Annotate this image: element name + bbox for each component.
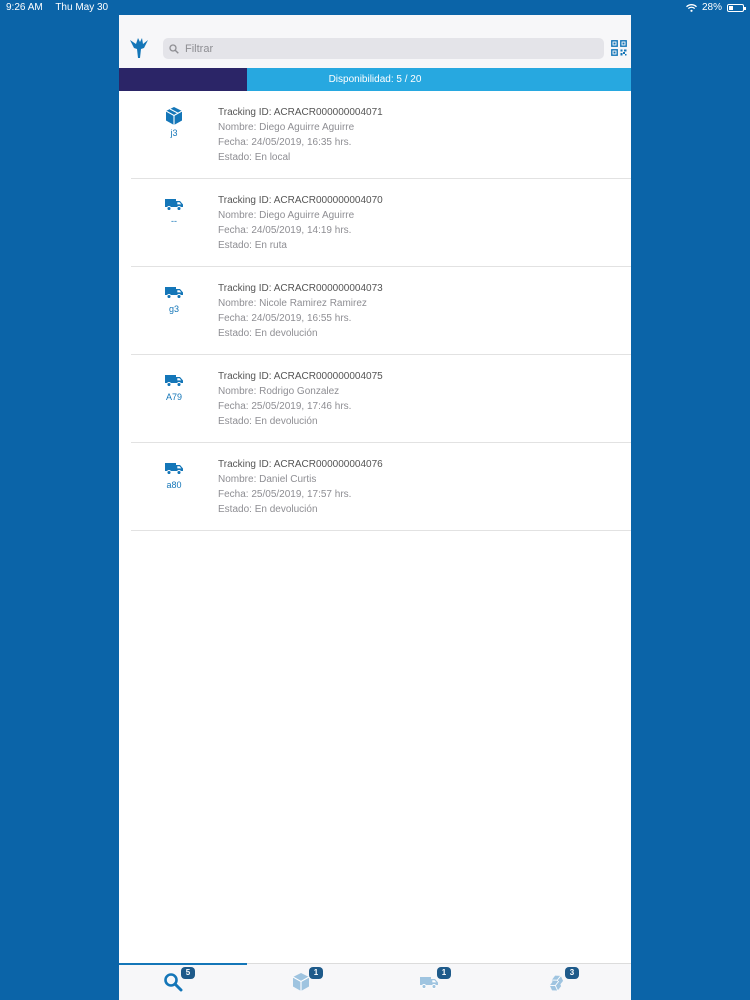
recipient-name: Nombre: Diego Aguirre Aguirre — [218, 122, 355, 133]
status-bar: 9:26 AM Thu May 30 28% — [0, 0, 750, 16]
search-icon — [169, 43, 179, 54]
shipment-details: Tracking ID: ACRACR000000004075 Nombre: R… — [218, 369, 383, 429]
shipment-status: Estado: En ruta — [218, 240, 287, 251]
qr-scan-icon[interactable] — [611, 40, 627, 56]
truck-icon — [164, 194, 184, 212]
shipment-details: Tracking ID: ACRACR000000004073 Nombre: N… — [218, 281, 383, 341]
list-item[interactable]: a80 Tracking ID: ACRACR000000004076 Nombre… — [131, 443, 631, 531]
count-badge: 1 — [309, 967, 323, 979]
truck-icon — [419, 972, 439, 992]
search-box[interactable] — [163, 38, 604, 59]
battery-percent: 28% — [701, 2, 722, 13]
recipient-name: Nombre: Nicole Ramirez Ramirez — [218, 298, 367, 309]
shipment-status: Estado: En devolución — [218, 416, 318, 427]
tab-package[interactable]: 1 — [247, 964, 375, 1000]
top-bar — [119, 15, 631, 68]
wifi-icon — [686, 4, 697, 12]
shipment-date: Fecha: 25/05/2019, 17:57 hrs. — [218, 489, 352, 500]
capacity-label: Disponibilidad: 5 / 20 — [328, 74, 422, 85]
tab-packages[interactable]: 3 — [503, 964, 631, 1000]
status-left: 9:26 AM Thu May 30 — [6, 0, 118, 16]
route-code: j3 — [170, 128, 178, 138]
search-input[interactable] — [183, 41, 587, 56]
packages-icon — [547, 972, 567, 992]
tab-truck[interactable]: 1 — [375, 964, 503, 1000]
shipment-date: Fecha: 24/05/2019, 14:19 hrs. — [218, 225, 352, 236]
list-item[interactable]: j3 Tracking ID: ACRACR000000004071 Nombre:… — [131, 91, 631, 179]
recipient-name: Nombre: Diego Aguirre Aguirre — [218, 210, 355, 221]
status-time: 9:26 AM — [6, 2, 43, 13]
shipment-date: Fecha: 24/05/2019, 16:35 hrs. — [218, 137, 352, 148]
count-badge: 3 — [565, 967, 579, 979]
shipment-details: Tracking ID: ACRACR000000004070 Nombre: D… — [218, 193, 383, 253]
package-icon — [291, 972, 311, 992]
count-badge: 5 — [181, 967, 195, 979]
package-icon — [164, 106, 184, 125]
tracking-id: Tracking ID: ACRACR000000004076 — [218, 459, 383, 470]
shipment-date: Fecha: 24/05/2019, 16:55 hrs. — [218, 313, 352, 324]
route-code: a80 — [166, 480, 182, 490]
count-badge: 1 — [437, 967, 451, 979]
search-icon — [163, 972, 183, 992]
list-item[interactable]: g3 Tracking ID: ACRACR000000004073 Nombre:… — [131, 267, 631, 355]
truck-icon — [164, 458, 184, 476]
shipment-status: Estado: En devolución — [218, 328, 318, 339]
tab-bar: 5 1 1 3 — [119, 963, 631, 1000]
route-code: -- — [171, 216, 177, 226]
shipment-details: Tracking ID: ACRACR000000004071 Nombre: D… — [218, 105, 383, 165]
list-item[interactable]: -- Tracking ID: ACRACR000000004070 Nombre:… — [131, 179, 631, 267]
capacity-bar: Disponibilidad: 5 / 20 — [119, 68, 631, 91]
truck-icon — [164, 282, 184, 300]
tracking-id: Tracking ID: ACRACR000000004070 — [218, 195, 383, 206]
shipment-date: Fecha: 25/05/2019, 17:46 hrs. — [218, 401, 352, 412]
tracking-id: Tracking ID: ACRACR000000004071 — [218, 107, 383, 118]
shipment-list: j3 Tracking ID: ACRACR000000004071 Nombre:… — [131, 91, 631, 531]
battery-icon — [727, 4, 746, 12]
route-code: A79 — [165, 392, 182, 402]
shipment-details: Tracking ID: ACRACR000000004076 Nombre: D… — [218, 457, 383, 517]
tracking-id: Tracking ID: ACRACR000000004075 — [218, 371, 383, 382]
tab-search[interactable]: 5 — [119, 963, 247, 1000]
truck-icon — [164, 370, 184, 388]
shipment-status: Estado: En local — [218, 152, 291, 163]
status-right: 28% — [686, 0, 746, 16]
tracking-id: Tracking ID: ACRACR000000004073 — [218, 283, 383, 294]
app-window: Disponibilidad: 5 / 20 j3 Tracking ID: AC… — [119, 15, 631, 1000]
list-item[interactable]: A79 Tracking ID: ACRACR000000004075 Nombre… — [131, 355, 631, 443]
shipment-status: Estado: En devolución — [218, 504, 318, 515]
eagle-logo-icon — [130, 38, 148, 58]
status-date: Thu May 30 — [55, 2, 109, 13]
recipient-name: Nombre: Rodrigo Gonzalez — [218, 386, 340, 397]
route-code: g3 — [168, 304, 179, 314]
recipient-name: Nombre: Daniel Curtis — [218, 474, 317, 485]
